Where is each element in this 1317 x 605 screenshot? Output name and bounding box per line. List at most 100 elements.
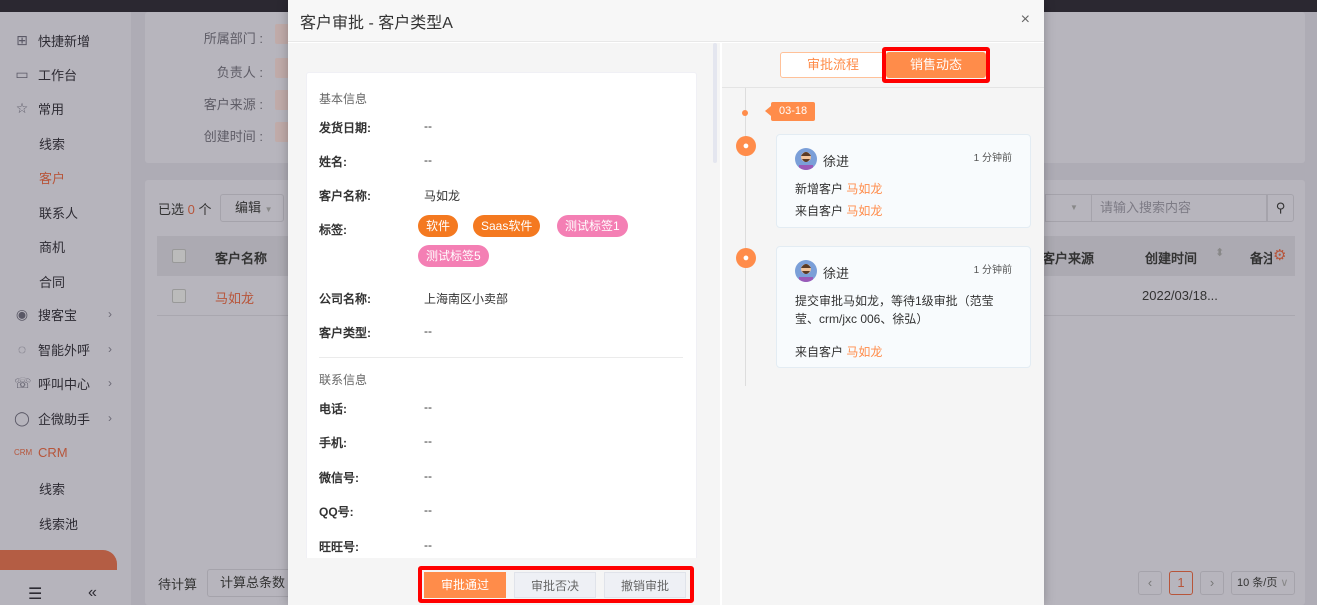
approval-modal: 客户审批 - 客户类型A × 基本信息 发货日期: -- 姓名: -- 客户名称: 马… — [288, 0, 1044, 605]
crm-icon: CRM — [14, 447, 33, 457]
chevron-right-icon: › — [108, 376, 112, 390]
col-header[interactable]: 客户来源 — [1042, 248, 1094, 267]
page-size-select[interactable]: 10 条/页 ∨ — [1231, 571, 1295, 595]
col-header[interactable]: 备注 — [1250, 248, 1272, 267]
sidebar-item-label: CRM — [38, 444, 68, 460]
activity-line: 来自客户 马如龙 — [795, 204, 883, 218]
modal-title: 客户审批 - 客户类型A — [300, 14, 453, 32]
sidebar-sub-lead-pool[interactable]: 线索池 — [39, 514, 78, 533]
star-icon: ☆ — [15, 99, 29, 116]
avatar — [795, 148, 817, 170]
timestamp: 1 分钟前 — [973, 153, 1012, 164]
reject-button[interactable]: 审批否决 — [514, 572, 596, 598]
search-icon[interactable]: ⚲ — [1267, 194, 1294, 222]
collapse-icon[interactable]: « — [88, 584, 97, 602]
sidebar-sub-crm-leads[interactable]: 线索 — [39, 479, 65, 498]
next-page-button[interactable]: › — [1200, 571, 1224, 595]
chevron-right-icon: › — [108, 411, 112, 425]
edit-dropdown[interactable]: 编辑 ▼ — [220, 194, 284, 222]
chevron-right-icon: › — [108, 342, 112, 356]
sidebar-sub-contacts[interactable]: 联系人 — [39, 203, 78, 222]
user-icon: ● — [736, 248, 756, 268]
sidebar: ⊞ 快捷新增 ▭ 工作台 ☆ 常用 线索 客户 联系人 商机 合同 ◉ 搜客宝 › ◌ 智… — [0, 12, 131, 605]
section-title-contact: 联系信息 — [319, 373, 368, 387]
user-icon: ● — [736, 136, 756, 156]
customer-name-link[interactable]: 马如龙 — [215, 288, 254, 307]
sidebar-sub-opportunities[interactable]: 商机 — [39, 237, 65, 256]
sidebar-item-label: 工作台 — [38, 67, 78, 83]
sidebar-sub-customers[interactable]: 客户 — [39, 168, 65, 187]
revoke-button[interactable]: 撤销审批 — [604, 572, 686, 598]
sidebar-item-soukebao[interactable]: ◉ 搜客宝 — [14, 304, 77, 324]
filter-input[interactable] — [275, 58, 289, 78]
timeline-line — [745, 88, 746, 386]
tag: 软件 — [418, 215, 459, 237]
created-time: 2022/03/18... — [1142, 288, 1218, 303]
tag: 测试标签5 — [418, 245, 489, 267]
monitor-icon: ▭ — [15, 65, 29, 82]
row-checkbox[interactable] — [172, 289, 186, 303]
gear-icon[interactable]: ⚙ — [1273, 246, 1286, 264]
sidebar-item-label: 企微助手 — [38, 411, 91, 427]
sidebar-item-label: 搜客宝 — [38, 307, 78, 323]
filter-label: 所属部门 : — [203, 31, 263, 46]
prev-page-button[interactable]: ‹ — [1138, 571, 1162, 595]
avatar — [795, 260, 817, 282]
sidebar-item-smart-call[interactable]: ◌ 智能外呼 — [14, 339, 90, 359]
date-badge: 03-18 — [764, 102, 816, 121]
phone-bubble-icon: ◌ — [17, 341, 27, 357]
activity-card: 徐进 1 分钟前 提交审批马如龙，等待1级审批（范莹 莹、crm/jxc 006… — [776, 246, 1031, 368]
filter-input[interactable] — [275, 90, 289, 110]
search-radar-icon: ◉ — [15, 305, 29, 322]
sidebar-item-label: 快捷新增 — [38, 33, 91, 49]
sidebar-sub-contracts[interactable]: 合同 — [39, 272, 65, 291]
sidebar-item-crm[interactable]: CRM CRM — [14, 442, 68, 462]
sidebar-item-wecom[interactable]: ◯ 企微助手 — [14, 408, 90, 428]
divider — [319, 357, 683, 358]
call-icon: ☏ — [14, 374, 32, 391]
activity-line: 新增客户 马如龙 — [795, 182, 883, 196]
count-total-button[interactable]: 计算总条数 — [207, 569, 297, 597]
search-input[interactable]: 请输入搜索内容 — [1091, 194, 1267, 222]
activity-line: 提交审批马如龙，等待1级审批（范莹 — [795, 294, 994, 308]
activity-panel: 审批流程 销售动态 03-18 ● 徐进 1 分钟前 新增客户 马如龙 来自客户… — [722, 43, 1044, 605]
approve-button[interactable]: 审批通过 — [424, 572, 506, 598]
sort-icon[interactable]: ⬍ — [1215, 246, 1224, 259]
sidebar-sub-leads[interactable]: 线索 — [39, 134, 65, 153]
activity-line: 莹、crm/jxc 006、徐弘） — [795, 312, 929, 326]
filter-label: 客户来源 : — [203, 97, 263, 112]
activity-card: 徐进 1 分钟前 新增客户 马如龙 来自客户 马如龙 — [776, 134, 1031, 228]
activity-line: 来自客户 马如龙 — [795, 345, 883, 359]
info-card: 基本信息 发货日期: -- 姓名: -- 客户名称: 马如龙 标签: 软件 Saas软… — [306, 72, 697, 558]
selected-count: 已选 0 个 — [158, 202, 212, 217]
close-icon[interactable]: × — [1021, 11, 1030, 29]
modal-header: 客户审批 - 客户类型A — [288, 0, 1044, 42]
select-all-checkbox[interactable] — [172, 249, 186, 263]
tab-sales-activity[interactable]: 销售动态 — [886, 52, 986, 78]
customer-link[interactable]: 马如龙 — [846, 345, 882, 359]
tab-approval-flow[interactable]: 审批流程 — [780, 52, 886, 78]
tag: 测试标签1 — [557, 215, 628, 237]
sidebar-item-workbench[interactable]: ▭ 工作台 — [14, 64, 77, 84]
tag: Saas软件 — [473, 215, 541, 237]
sidebar-item-call-center[interactable]: ☏ 呼叫中心 — [14, 373, 90, 393]
col-header[interactable]: 创建时间 — [1145, 248, 1197, 267]
settings-list-icon[interactable]: ☰ — [28, 584, 42, 604]
filter-input[interactable] — [275, 122, 289, 142]
sidebar-item-quick-add[interactable]: ⊞ 快捷新增 — [14, 30, 90, 50]
pending-label: 待计算 — [158, 577, 198, 592]
page-1-button[interactable]: 1 — [1169, 571, 1193, 595]
user-name: 徐进 — [823, 154, 850, 169]
sidebar-item-common[interactable]: ☆ 常用 — [14, 98, 64, 118]
customer-link[interactable]: 马如龙 — [846, 182, 882, 196]
sidebar-item-label: 常用 — [38, 101, 65, 117]
filter-input[interactable] — [275, 24, 289, 44]
scrollbar[interactable] — [713, 43, 717, 163]
customer-link[interactable]: 马如龙 — [846, 204, 882, 218]
modal-footer: 审批通过 审批否决 撤销审批 — [288, 558, 720, 605]
search-field-select[interactable]: ▼ — [1045, 194, 1091, 222]
sidebar-active-item[interactable] — [0, 550, 117, 570]
filter-label: 负责人 : — [216, 65, 263, 80]
col-header[interactable]: 客户名称 — [215, 248, 267, 267]
section-title-basic: 基本信息 — [319, 92, 368, 106]
